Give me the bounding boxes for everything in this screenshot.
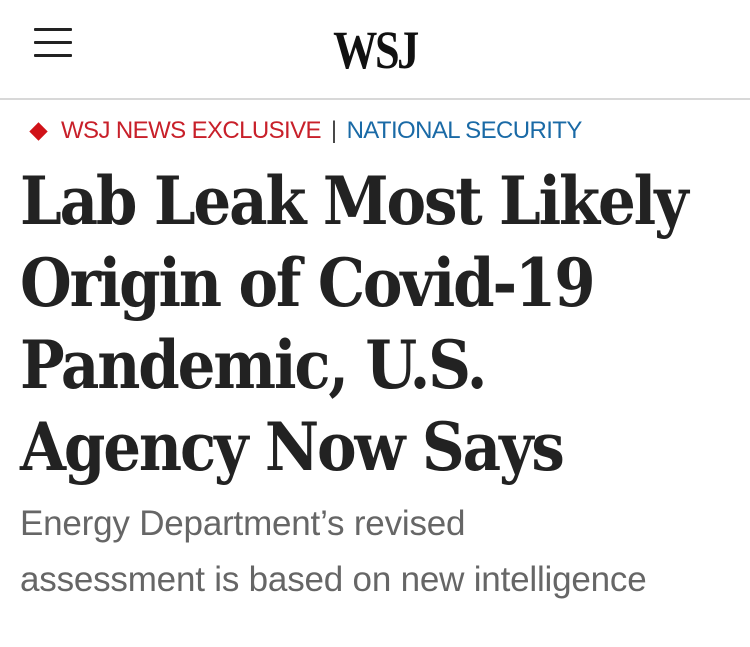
- menu-line: [34, 54, 72, 57]
- wsj-logo[interactable]: WSJ: [68, 20, 683, 80]
- exclusive-label: WSJ NEWS EXCLUSIVE: [61, 117, 322, 144]
- kicker-separator: |: [330, 117, 337, 144]
- section-link-national-security[interactable]: NATIONAL SECURITY: [347, 117, 583, 145]
- article-kicker: WSJ NEWS EXCLUSIVE | NATIONAL SECURITY: [28, 115, 582, 147]
- dek-line: assessment is based on new intelligence: [20, 560, 647, 599]
- top-navigation-bar: WSJ: [0, 0, 750, 100]
- menu-line: [34, 28, 72, 31]
- headline-line: Origin of Covid-19: [20, 244, 596, 322]
- headline-line: Pandemic, U.S.: [20, 326, 487, 404]
- headline-line: Agency Now Says: [20, 408, 565, 486]
- dek-line: Energy Department’s revised: [20, 504, 466, 543]
- menu-line: [34, 41, 72, 44]
- article-headline: Lab Leak Most Likely Origin of Covid-19 …: [20, 160, 740, 488]
- headline-line: Lab Leak Most Likely: [20, 162, 689, 240]
- article-dek: Energy Department’s revised assessment i…: [20, 496, 740, 608]
- red-diamond-icon: [29, 121, 48, 141]
